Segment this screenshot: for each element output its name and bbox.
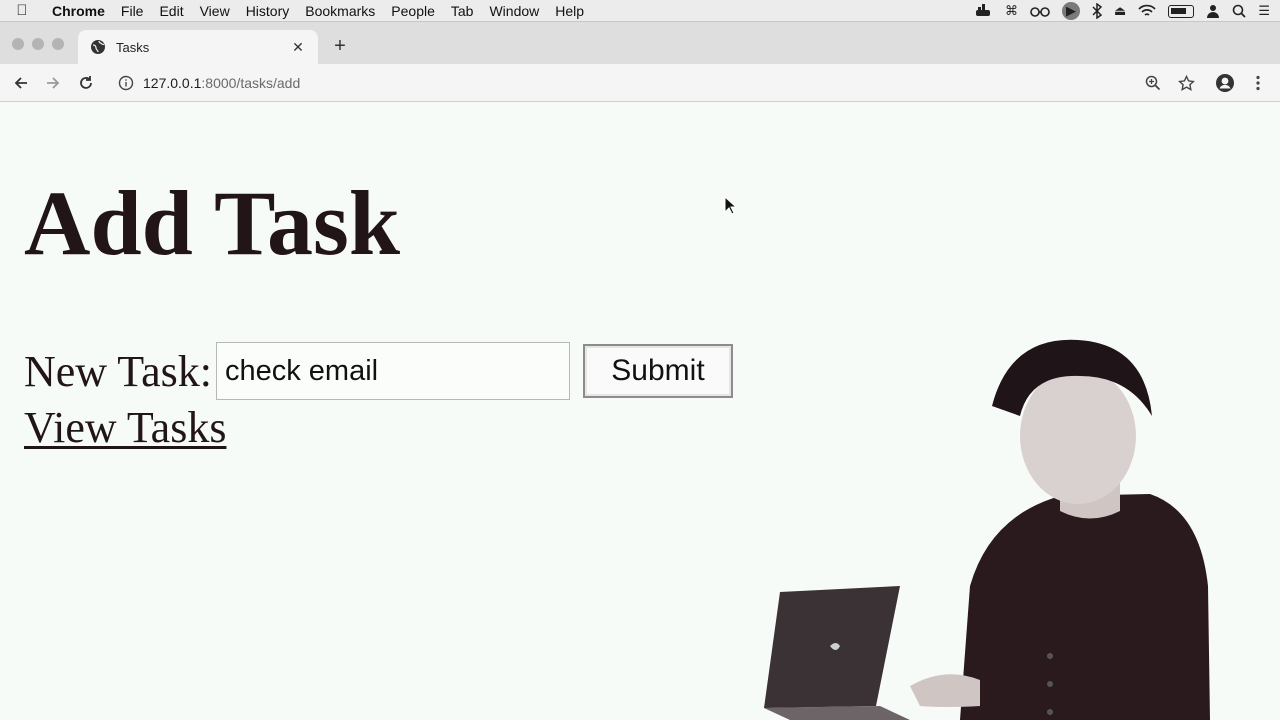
search-icon[interactable] — [1232, 4, 1246, 18]
arrow-left-icon — [14, 77, 27, 89]
page-title: Add Task — [24, 172, 400, 274]
browser-toolbar: 127.0.0.1:8000/tasks/add — [0, 64, 1280, 102]
new-tab-button[interactable]: + — [330, 35, 350, 58]
new-task-label: New Task: — [24, 346, 212, 396]
page-content: Add Task New Task: Submit View Tasks — [0, 102, 1280, 720]
wifi-icon[interactable] — [1138, 4, 1156, 18]
presenter-video-overlay — [764, 339, 1210, 720]
add-task-form: New Task: Submit — [24, 342, 733, 400]
menu-tab[interactable]: Tab — [443, 0, 482, 22]
play-circle-icon[interactable]: ▶ — [1062, 2, 1081, 20]
bluetooth-icon[interactable] — [1092, 3, 1103, 19]
menu-view[interactable]: View — [192, 0, 238, 22]
menu-edit[interactable]: Edit — [151, 0, 191, 22]
menu-help[interactable]: Help — [547, 0, 592, 22]
close-window-button[interactable] — [12, 38, 24, 50]
minimize-window-button[interactable] — [32, 38, 44, 50]
globe-icon — [90, 39, 106, 55]
info-icon[interactable] — [118, 75, 134, 91]
mouse-cursor-icon — [724, 196, 738, 215]
laptop — [764, 586, 980, 720]
profile-avatar-icon[interactable] — [1215, 73, 1235, 93]
status-icons: ⌘ ▶ ⏏ ☰ — [975, 0, 1270, 22]
tab-tasks[interactable]: Tasks ✕ — [78, 30, 318, 64]
submit-button[interactable]: Submit — [582, 344, 733, 398]
forward-button[interactable] — [42, 72, 64, 94]
url-host: 127.0.0.1 — [143, 75, 202, 91]
kebab-menu-icon[interactable] — [1248, 73, 1268, 93]
reload-button[interactable] — [75, 72, 97, 94]
list-icon[interactable]: ☰ — [1258, 3, 1270, 19]
menu-history[interactable]: History — [238, 0, 298, 22]
tab-strip: Tasks ✕ + — [0, 22, 1280, 64]
url-path: :8000/tasks/add — [201, 75, 301, 91]
menu-chrome[interactable]: Chrome — [44, 0, 113, 22]
menu-window[interactable]: Window — [481, 0, 547, 22]
zoom-icon[interactable] — [1143, 73, 1163, 93]
presenter-silhouette — [960, 339, 1210, 720]
tab-title: Tasks — [116, 39, 150, 55]
command-icon[interactable]: ⌘ — [1005, 3, 1018, 19]
glasses-icon[interactable] — [1030, 5, 1050, 17]
battery-icon[interactable] — [1168, 4, 1195, 18]
arrow-right-icon — [47, 77, 60, 89]
menu-file[interactable]: File — [113, 0, 152, 22]
menu-people[interactable]: People — [383, 0, 443, 22]
macos-menu-bar:  Chrome File Edit View History Bookmark… — [0, 0, 1280, 22]
window-controls — [12, 38, 64, 50]
user-icon[interactable] — [1206, 4, 1220, 18]
url-text: 127.0.0.1:8000/tasks/add — [143, 75, 300, 91]
close-tab-icon[interactable]: ✕ — [290, 39, 306, 56]
new-task-input[interactable] — [215, 342, 570, 400]
zoom-window-button[interactable] — [52, 38, 64, 50]
eject-icon[interactable]: ⏏ — [1114, 3, 1126, 19]
docker-icon[interactable] — [975, 4, 993, 18]
back-button[interactable] — [10, 72, 32, 94]
menu-bookmarks[interactable]: Bookmarks — [297, 0, 383, 22]
apple-menu-icon[interactable]:  — [0, 2, 44, 19]
reload-icon — [80, 76, 92, 89]
address-bar[interactable]: 127.0.0.1:8000/tasks/add — [108, 69, 1208, 97]
bookmark-star-icon[interactable] — [1176, 73, 1196, 93]
view-tasks-link[interactable]: View Tasks — [24, 402, 226, 453]
